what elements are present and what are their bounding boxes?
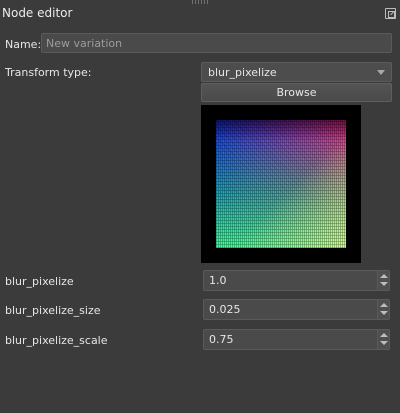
spin-buttons[interactable] <box>377 330 389 349</box>
transform-type-value: blur_pixelize <box>208 66 277 79</box>
undock-icon[interactable] <box>385 8 396 19</box>
spin-down-icon[interactable] <box>380 282 388 286</box>
transform-preview <box>201 105 361 263</box>
browse-button[interactable]: Browse <box>201 83 392 102</box>
param-spinbox-blur-pixelize-size[interactable]: 0.025 <box>203 299 390 320</box>
spin-down-icon[interactable] <box>380 341 388 345</box>
panel-title: Node editor <box>2 6 73 20</box>
param-label-blur-pixelize: blur_pixelize <box>5 275 74 288</box>
param-spinbox-blur-pixelize[interactable]: 1.0 <box>203 270 390 291</box>
spin-buttons[interactable] <box>377 300 389 319</box>
transform-type-label: Transform type: <box>5 66 92 79</box>
spin-up-icon[interactable] <box>380 333 388 337</box>
drag-grip-handle[interactable] <box>192 0 210 4</box>
spin-down-icon[interactable] <box>380 311 388 315</box>
param-value: 0.025 <box>209 303 241 316</box>
param-value: 1.0 <box>209 274 227 287</box>
spin-up-icon[interactable] <box>380 274 388 278</box>
param-spinbox-blur-pixelize-scale[interactable]: 0.75 <box>203 329 390 350</box>
param-label-blur-pixelize-scale: blur_pixelize_scale <box>5 334 108 347</box>
node-editor-panel: Node editor Name: Transform type: blur_p… <box>0 0 400 413</box>
param-label-blur-pixelize-size: blur_pixelize_size <box>5 304 101 317</box>
spin-up-icon[interactable] <box>380 303 388 307</box>
name-label: Name: <box>5 38 42 51</box>
chevron-down-icon <box>377 70 385 75</box>
name-input[interactable] <box>41 33 392 53</box>
spin-buttons[interactable] <box>377 271 389 290</box>
param-value: 0.75 <box>209 333 234 346</box>
transform-type-select[interactable]: blur_pixelize <box>201 62 392 82</box>
preview-image <box>216 120 346 248</box>
